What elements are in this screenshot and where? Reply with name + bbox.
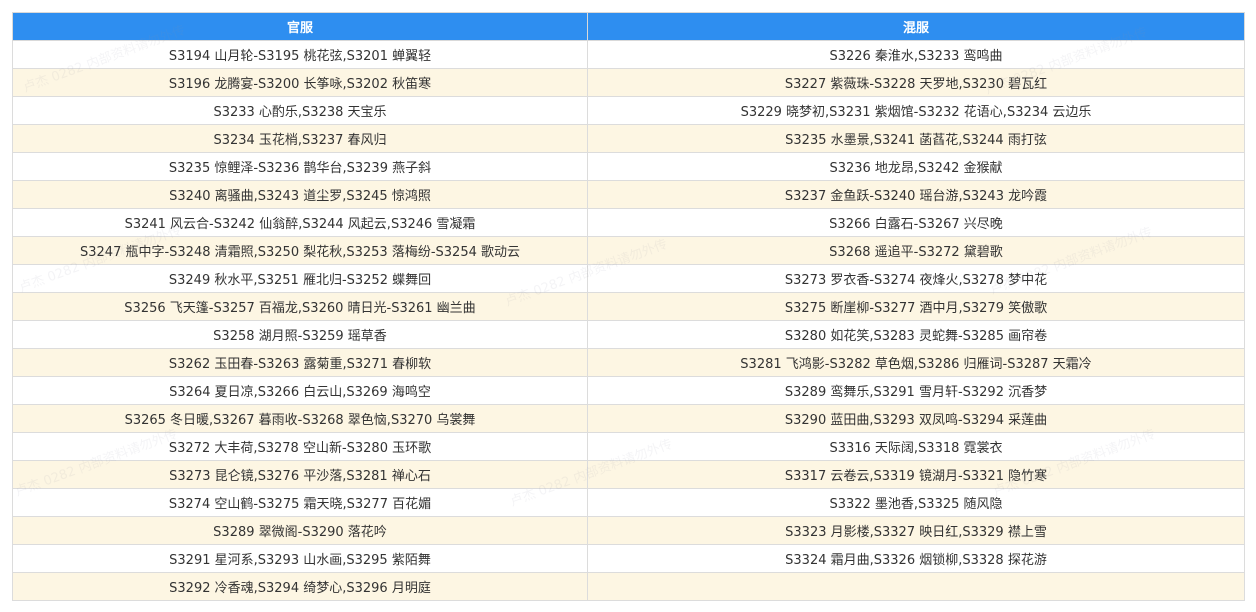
official-server-cell: S3289 翠微阁-S3290 落花吟 xyxy=(12,516,588,545)
mixed-server-cell: S3289 鸾舞乐,S3291 雪月轩-S3292 沉香梦 xyxy=(587,376,1245,405)
official-server-cell: S3262 玉田春-S3263 露菊重,S3271 春柳软 xyxy=(12,348,588,377)
mixed-server-cell: S3324 霜月曲,S3326 烟锁柳,S3328 探花游 xyxy=(587,544,1245,573)
official-server-cell: S3233 心酌乐,S3238 天宝乐 xyxy=(12,96,588,125)
mixed-server-cell: S3268 遥追平-S3272 黛碧歌 xyxy=(587,236,1245,265)
mixed-server-cell: S3236 地龙昂,S3242 金猴献 xyxy=(587,152,1245,181)
table-row: S3272 大丰荷,S3278 空山新-S3280 玉环歌 S3316 天际阔,S… xyxy=(12,432,1245,461)
table-row: S3196 龙腾宴-S3200 长筝咏,S3202 秋笛寒 S3227 紫薇珠-S… xyxy=(12,68,1245,97)
official-server-cell: S3240 离骚曲,S3243 道尘罗,S3245 惊鸿照 xyxy=(12,180,588,209)
table-row: S3264 夏日凉,S3266 白云山,S3269 海鸣空 S3289 鸾舞乐,S… xyxy=(12,376,1245,405)
header-official-servers: 官服 xyxy=(12,12,588,41)
official-server-cell: S3292 冷香魂,S3294 绮梦心,S3296 月明庭 xyxy=(12,572,588,601)
official-server-cell: S3265 冬日暖,S3267 暮雨收-S3268 翠色恼,S3270 乌裳舞 xyxy=(12,404,588,433)
mixed-server-cell: S3227 紫薇珠-S3228 天罗地,S3230 碧瓦红 xyxy=(587,68,1245,97)
mixed-server-cell: S3273 罗衣香-S3274 夜烽火,S3278 梦中花 xyxy=(587,264,1245,293)
mixed-server-cell xyxy=(587,572,1245,601)
table-row: S3262 玉田春-S3263 露菊重,S3271 春柳软 S3281 飞鸿影-S… xyxy=(12,348,1245,377)
table-row: S3241 风云合-S3242 仙翁醉,S3244 风起云,S3246 雪凝霜 S… xyxy=(12,208,1245,237)
official-server-cell: S3194 山月轮-S3195 桃花弦,S3201 蝉翼轻 xyxy=(12,40,588,69)
mixed-server-cell: S3237 金鱼跃-S3240 瑶台游,S3243 龙吟霞 xyxy=(587,180,1245,209)
table-row: S3291 星河系,S3293 山水画,S3295 紫陌舞 S3324 霜月曲,S… xyxy=(12,544,1245,573)
table-row: S3273 昆仑镜,S3276 平沙落,S3281 禅心石 S3317 云卷云,S… xyxy=(12,460,1245,489)
mixed-server-cell: S3317 云卷云,S3319 镜湖月-S3321 隐竹寒 xyxy=(587,460,1245,489)
table-row: S3265 冬日暖,S3267 暮雨收-S3268 翠色恼,S3270 乌裳舞 S… xyxy=(12,404,1245,433)
server-merge-table: 官服 混服 S3194 山月轮-S3195 桃花弦,S3201 蝉翼轻 S3226… xyxy=(12,12,1245,601)
official-server-cell: S3264 夏日凉,S3266 白云山,S3269 海鸣空 xyxy=(12,376,588,405)
table-header-row: 官服 混服 xyxy=(12,12,1245,41)
official-server-cell: S3272 大丰荷,S3278 空山新-S3280 玉环歌 xyxy=(12,432,588,461)
mixed-server-cell: S3322 墨池香,S3325 随风隐 xyxy=(587,488,1245,517)
mixed-server-cell: S3323 月影楼,S3327 映日红,S3329 襟上雪 xyxy=(587,516,1245,545)
official-server-cell: S3274 空山鹤-S3275 霜天晓,S3277 百花媚 xyxy=(12,488,588,517)
official-server-cell: S3258 湖月照-S3259 瑶草香 xyxy=(12,320,588,349)
table-row: S3233 心酌乐,S3238 天宝乐 S3229 晓梦初,S3231 紫烟馆-S… xyxy=(12,96,1245,125)
header-mixed-servers: 混服 xyxy=(587,12,1245,41)
mixed-server-cell: S3316 天际阔,S3318 霓裳衣 xyxy=(587,432,1245,461)
official-server-cell: S3249 秋水平,S3251 雁北归-S3252 蝶舞回 xyxy=(12,264,588,293)
table-row: S3256 飞天篷-S3257 百福龙,S3260 晴日光-S3261 幽兰曲 S… xyxy=(12,292,1245,321)
official-server-cell: S3241 风云合-S3242 仙翁醉,S3244 风起云,S3246 雪凝霜 xyxy=(12,208,588,237)
official-server-cell: S3247 瓶中字-S3248 清霜照,S3250 梨花秋,S3253 落梅纷-… xyxy=(12,236,588,265)
mixed-server-cell: S3280 如花笑,S3283 灵蛇舞-S3285 画帘卷 xyxy=(587,320,1245,349)
mixed-server-cell: S3266 白露石-S3267 兴尽晚 xyxy=(587,208,1245,237)
table-row: S3274 空山鹤-S3275 霜天晓,S3277 百花媚 S3322 墨池香,S… xyxy=(12,488,1245,517)
table-row: S3194 山月轮-S3195 桃花弦,S3201 蝉翼轻 S3226 秦淮水,S… xyxy=(12,40,1245,69)
table-row: S3234 玉花梢,S3237 春风归 S3235 水墨景,S3241 菡萏花,S… xyxy=(12,124,1245,153)
table-row: S3289 翠微阁-S3290 落花吟 S3323 月影楼,S3327 映日红,S… xyxy=(12,516,1245,545)
table-row: S3292 冷香魂,S3294 绮梦心,S3296 月明庭 xyxy=(12,572,1245,601)
mixed-server-cell: S3290 蓝田曲,S3293 双凤鸣-S3294 采莲曲 xyxy=(587,404,1245,433)
mixed-server-cell: S3229 晓梦初,S3231 紫烟馆-S3232 花语心,S3234 云边乐 xyxy=(587,96,1245,125)
table-row: S3249 秋水平,S3251 雁北归-S3252 蝶舞回 S3273 罗衣香-S… xyxy=(12,264,1245,293)
official-server-cell: S3291 星河系,S3293 山水画,S3295 紫陌舞 xyxy=(12,544,588,573)
mixed-server-cell: S3281 飞鸿影-S3282 草色烟,S3286 归雁词-S3287 天霜冷 xyxy=(587,348,1245,377)
table-row: S3235 惊鲤泽-S3236 鹊华台,S3239 燕子斜 S3236 地龙昂,S… xyxy=(12,152,1245,181)
server-table-container: 官服 混服 S3194 山月轮-S3195 桃花弦,S3201 蝉翼轻 S3226… xyxy=(12,12,1245,601)
mixed-server-cell: S3235 水墨景,S3241 菡萏花,S3244 雨打弦 xyxy=(587,124,1245,153)
table-row: S3240 离骚曲,S3243 道尘罗,S3245 惊鸿照 S3237 金鱼跃-S… xyxy=(12,180,1245,209)
official-server-cell: S3273 昆仑镜,S3276 平沙落,S3281 禅心石 xyxy=(12,460,588,489)
mixed-server-cell: S3275 断崖柳-S3277 酒中月,S3279 笑傲歌 xyxy=(587,292,1245,321)
table-row: S3247 瓶中字-S3248 清霜照,S3250 梨花秋,S3253 落梅纷-… xyxy=(12,236,1245,265)
mixed-server-cell: S3226 秦淮水,S3233 鸾鸣曲 xyxy=(587,40,1245,69)
official-server-cell: S3234 玉花梢,S3237 春风归 xyxy=(12,124,588,153)
official-server-cell: S3235 惊鲤泽-S3236 鹊华台,S3239 燕子斜 xyxy=(12,152,588,181)
official-server-cell: S3196 龙腾宴-S3200 长筝咏,S3202 秋笛寒 xyxy=(12,68,588,97)
table-row: S3258 湖月照-S3259 瑶草香 S3280 如花笑,S3283 灵蛇舞-S… xyxy=(12,320,1245,349)
official-server-cell: S3256 飞天篷-S3257 百福龙,S3260 晴日光-S3261 幽兰曲 xyxy=(12,292,588,321)
